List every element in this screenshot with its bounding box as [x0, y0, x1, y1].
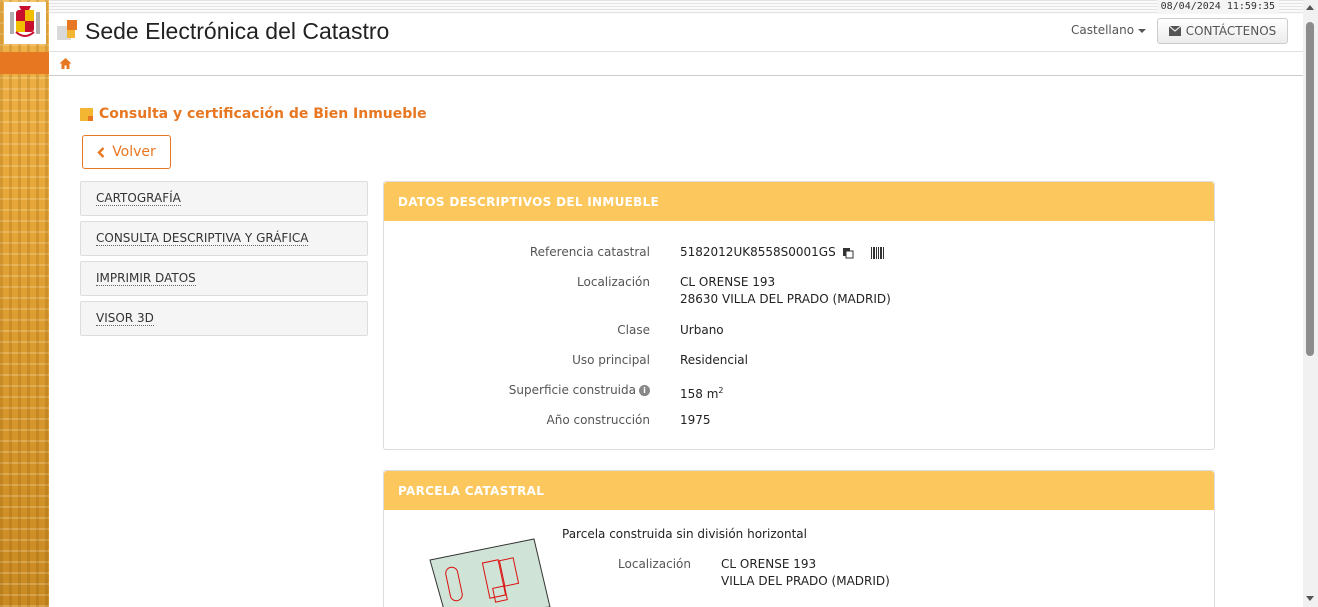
scrollbar-thumb[interactable]: [1306, 22, 1314, 356]
back-button[interactable]: Volver: [82, 135, 171, 169]
parcel-map-thumbnail[interactable]: [428, 537, 558, 607]
superficie-label: Superficie construida i: [430, 383, 650, 397]
back-label: Volver: [112, 144, 156, 160]
scroll-down-arrow-icon[interactable]: [1306, 596, 1314, 601]
site-title[interactable]: Sede Electrónica del Catastro: [85, 18, 389, 45]
page-scrollbar[interactable]: [1303, 0, 1318, 607]
background-photo-strip: [0, 0, 49, 607]
title-square-icon: [80, 107, 93, 121]
parcela-localizacion-value: CL ORENSE 193 VILLA DEL PRADO (MADRID): [721, 556, 890, 590]
contact-label: CONTÁCTENOS: [1185, 24, 1277, 38]
ref-catastral-value: 5182012UK8558S0001GS: [680, 244, 885, 261]
sidebar-accent-bar: [0, 52, 49, 74]
chevron-left-icon: [97, 146, 105, 158]
uso-label: Uso principal: [572, 353, 650, 367]
info-icon[interactable]: i: [639, 385, 650, 396]
parcela-panel-heading: PARCELA CATASTRAL: [384, 471, 1214, 510]
uso-value: Residencial: [680, 353, 748, 367]
superficie-label-text: Superficie construida: [508, 383, 636, 397]
language-label: Castellano: [1071, 23, 1135, 37]
localizacion-line1: CL ORENSE 193: [680, 275, 776, 289]
parcela-localizacion-line2: VILLA DEL PRADO (MADRID): [721, 574, 890, 588]
coat-of-arms-logo: [4, 2, 46, 44]
localizacion-line2: 28630 VILLA DEL PRADO (MADRID): [680, 292, 891, 306]
catastro-logo-icon[interactable]: [57, 20, 79, 42]
side-menu-item-consulta[interactable]: CONSULTA DESCRIPTIVA Y GRÁFICA: [80, 221, 368, 256]
top-stripe: 08/04/2024 11:59:35: [49, 0, 1303, 14]
breadcrumb: [49, 52, 1303, 76]
clase-value: Urbano: [680, 323, 724, 337]
inmueble-panel: DATOS DESCRIPTIVOS DEL INMUEBLE: [383, 181, 1215, 450]
ref-catastral-label: Referencia catastral: [529, 245, 650, 259]
envelope-icon: [1168, 26, 1181, 36]
superficie-value: 158 m2: [680, 382, 724, 403]
superficie-value-text: 158 m: [680, 387, 719, 401]
side-menu-label: CARTOGRAFÍA: [96, 191, 181, 206]
anio-value: 1975: [680, 413, 711, 427]
copy-icon[interactable]: [842, 247, 854, 259]
anio-label: Año construcción: [546, 413, 651, 427]
localizacion-label: Localización: [577, 275, 650, 289]
side-menu-label: VISOR 3D: [96, 311, 154, 326]
contact-button[interactable]: CONTÁCTENOS: [1157, 18, 1288, 44]
ref-catastral-text: 5182012UK8558S0001GS: [680, 245, 836, 259]
parcela-localizacion-line1: CL ORENSE 193: [721, 557, 817, 571]
side-menu-item-imprimir[interactable]: IMPRIMIR DATOS: [80, 261, 368, 296]
parcela-localizacion-label: Localización: [618, 557, 691, 571]
side-menu: CARTOGRAFÍA CONSULTA DESCRIPTIVA Y GRÁFI…: [80, 181, 368, 341]
datetime-label: 08/04/2024 11:59:35: [1156, 0, 1279, 14]
side-menu-item-cartografia[interactable]: CARTOGRAFÍA: [80, 181, 368, 216]
barcode-icon[interactable]: [871, 246, 885, 259]
parcela-description: Parcela construida sin división horizont…: [562, 527, 807, 541]
site-header: Sede Electrónica del Catastro Castellano…: [49, 14, 1303, 52]
side-menu-label: CONSULTA DESCRIPTIVA Y GRÁFICA: [96, 231, 309, 246]
superficie-unit-exponent: 2: [718, 386, 724, 395]
page-title: Consulta y certificación de Bien Inmuebl…: [80, 106, 427, 122]
localizacion-value: CL ORENSE 193 28630 VILLA DEL PRADO (MAD…: [680, 274, 891, 308]
caret-down-icon: [1138, 28, 1147, 33]
page-title-text: Consulta y certificación de Bien Inmuebl…: [99, 106, 427, 122]
scroll-up-arrow-icon[interactable]: [1306, 5, 1314, 10]
clase-label: Clase: [617, 323, 650, 337]
side-menu-label: IMPRIMIR DATOS: [96, 271, 196, 286]
side-menu-item-visor-3d[interactable]: VISOR 3D: [80, 301, 368, 336]
language-selector[interactable]: Castellano: [1071, 23, 1147, 37]
inmueble-panel-heading: DATOS DESCRIPTIVOS DEL INMUEBLE: [384, 182, 1214, 221]
home-icon[interactable]: [59, 57, 72, 70]
